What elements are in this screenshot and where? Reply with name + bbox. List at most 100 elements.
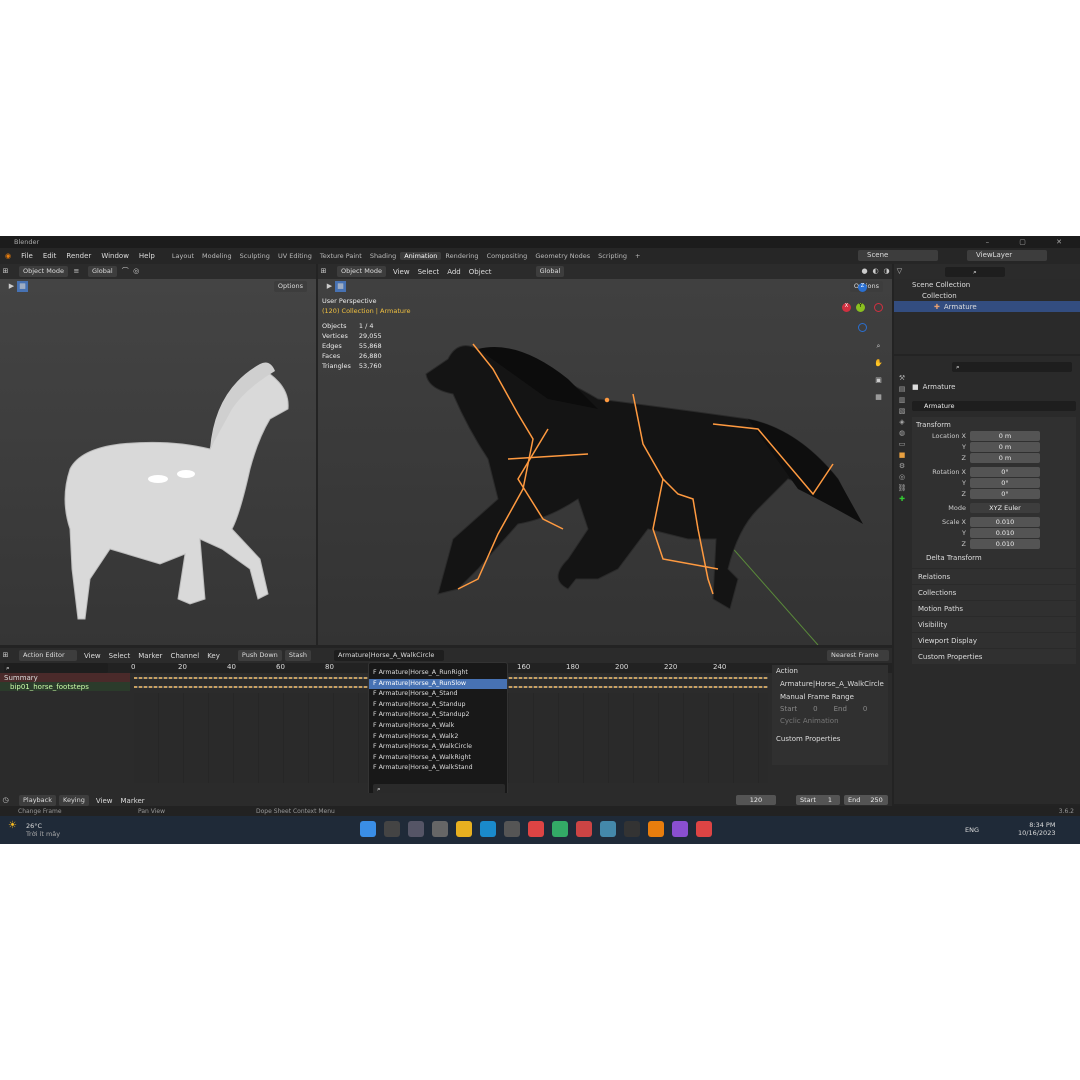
tab-uv-editing[interactable]: UV Editing (274, 252, 316, 260)
ae-menu-key[interactable]: Key (203, 652, 224, 660)
playback-menu[interactable]: Playback (19, 795, 57, 806)
world-icon[interactable]: ◍ (899, 429, 905, 437)
weather-widget[interactable]: 26°C Trời ít mây (26, 822, 60, 838)
object-name-field[interactable]: Armature (912, 401, 1076, 411)
shading-solid-icon[interactable]: ● (859, 266, 870, 277)
manual-frame-range-checkbox[interactable]: Manual Frame Range (772, 691, 888, 703)
push-down-button[interactable]: Push Down (237, 650, 282, 661)
rotation-mode-dropdown[interactable]: XYZ Euler (970, 502, 1040, 513)
menu-render[interactable]: Render (61, 252, 96, 260)
folder-icon[interactable] (456, 821, 472, 837)
app-icon[interactable] (600, 821, 616, 837)
snap-dropdown[interactable]: Nearest Frame (827, 650, 889, 661)
dropdown-item[interactable]: F Armature|Horse_A_Standup2 (369, 710, 507, 721)
editor-type-icon[interactable]: ⊞ (0, 650, 11, 661)
rotation-x-field[interactable]: 0° (970, 466, 1040, 477)
keying-menu[interactable]: Keying (59, 795, 89, 806)
editor-type-icon[interactable]: ◷ (0, 795, 11, 806)
start-icon[interactable] (360, 821, 376, 837)
edge-icon[interactable] (480, 821, 496, 837)
object-icon[interactable]: ■ (899, 451, 906, 459)
motion-paths-section[interactable]: Motion Paths (912, 601, 1076, 616)
tab-modeling[interactable]: Modeling (198, 252, 236, 260)
visibility-section[interactable]: Visibility (912, 617, 1076, 632)
collection-icon[interactable]: ▭ (899, 440, 906, 448)
play-icon[interactable]: ▶ (6, 281, 17, 292)
snip-icon[interactable] (504, 821, 520, 837)
menu-edit[interactable]: Edit (38, 252, 62, 260)
camera-icon[interactable]: ▣ (873, 375, 884, 386)
ae-menu-marker[interactable]: Marker (134, 652, 166, 660)
scene-icon[interactable]: ◈ (899, 418, 904, 426)
properties-search[interactable]: ⌕ (952, 362, 1072, 372)
ae-menu-channel[interactable]: Channel (166, 652, 203, 660)
collections-section[interactable]: Collections (912, 585, 1076, 600)
view-layer-icon[interactable]: ▧ (899, 407, 906, 415)
proportional-icon[interactable]: ◎ (131, 266, 142, 277)
tab-scripting[interactable]: Scripting (594, 252, 631, 260)
clock[interactable]: 8:34 PM 10/16/2023 (1018, 821, 1055, 837)
viber-icon[interactable] (672, 821, 688, 837)
custom-properties-section[interactable]: Custom Properties (912, 649, 1076, 664)
language-indicator[interactable]: ENG (965, 826, 979, 834)
black-horse-with-armature[interactable] (318, 279, 892, 645)
main-viewport[interactable]: ▶ ▦ Options User Perspective (120) Colle… (318, 279, 892, 645)
scale-y-field[interactable]: 0.010 (970, 527, 1040, 538)
blender-icon[interactable] (648, 821, 664, 837)
channel-footsteps[interactable]: bip01_horse_footsteps (0, 682, 130, 691)
channel-summary[interactable]: Summary (0, 673, 130, 682)
tab-texture-paint[interactable]: Texture Paint (316, 252, 366, 260)
menu-window[interactable]: Window (96, 252, 134, 260)
left-orientation-dropdown[interactable]: Global (87, 266, 117, 277)
left-viewport[interactable]: ▶ ▦ Options (0, 279, 316, 645)
tool-icon[interactable]: ⚒ (899, 374, 905, 382)
navigation-gizmo[interactable]: Z X Y (838, 283, 888, 343)
viewport-menu-add[interactable]: Add (443, 268, 465, 276)
chrome-icon[interactable] (528, 821, 544, 837)
constraint-icon[interactable]: ⛓ (898, 484, 907, 492)
viewport-menu-view[interactable]: View (389, 268, 414, 276)
blender-logo-icon[interactable]: ◉ (0, 252, 16, 260)
shading-rendered-icon[interactable]: ◑ (881, 266, 892, 277)
search-icon[interactable] (384, 821, 400, 837)
grid-icon[interactable]: ▦ (873, 392, 884, 403)
window-controls[interactable]: – ▢ ✕ (986, 238, 1080, 246)
tab-layout[interactable]: Layout (168, 252, 198, 260)
tab-sculpting[interactable]: Sculpting (236, 252, 274, 260)
tab-rendering[interactable]: Rendering (441, 252, 482, 260)
left-mode-dropdown[interactable]: Object Mode (19, 266, 68, 277)
end-value[interactable]: 0 (863, 705, 867, 713)
view-layer-selector[interactable]: ViewLayer (967, 250, 1047, 261)
outliner-search[interactable]: ⌕ (945, 266, 1005, 277)
rotation-y-field[interactable]: 0° (970, 477, 1040, 488)
viewport-menu-object[interactable]: Object (465, 268, 496, 276)
menu-file[interactable]: File (16, 252, 38, 260)
modifier-icon[interactable]: ⚙ (899, 462, 905, 470)
outliner-scene-collection[interactable]: Scene Collection (894, 279, 1080, 290)
viewport-menu-select[interactable]: Select (414, 268, 444, 276)
location-z-field[interactable]: 0 m (970, 452, 1040, 463)
action-panel-header[interactable]: Action (772, 665, 888, 677)
action-selector[interactable]: Armature|Horse_A_WalkCircle (333, 650, 444, 661)
scale-z-field[interactable]: 0.010 (970, 538, 1040, 549)
physics-icon[interactable]: ◎ (899, 473, 905, 481)
filter-icon[interactable]: ▽ (894, 266, 905, 277)
outliner-armature[interactable]: ✚ Armature (894, 301, 1080, 312)
dropdown-item-selected[interactable]: F Armature|Horse_A_RunSlow (369, 678, 507, 690)
add-workspace-icon[interactable]: + (631, 252, 644, 260)
dropdown-item[interactable]: F Armature|Horse_A_WalkStand (369, 763, 507, 774)
dropdown-item[interactable]: F Armature|Horse_A_WalkRight (369, 753, 507, 764)
dropdown-item[interactable]: F Armature|Horse_A_Walk (369, 721, 507, 732)
location-y-field[interactable]: 0 m (970, 441, 1040, 452)
unity-icon[interactable] (624, 821, 640, 837)
ae-menu-select[interactable]: Select (105, 652, 135, 660)
chrome-icon[interactable] (696, 821, 712, 837)
left-options-button[interactable]: Options (273, 281, 307, 292)
scene-selector[interactable]: Scene (858, 250, 938, 261)
dropdown-item[interactable]: F Armature|Horse_A_WalkCircle (369, 742, 507, 753)
dropdown-item[interactable]: F Armature|Horse_A_Stand (369, 689, 507, 700)
editor-type-icon[interactable]: ⊞ (318, 266, 329, 277)
ae-menu-view[interactable]: View (80, 652, 105, 660)
outliner-collection[interactable]: Collection (894, 290, 1080, 301)
data-icon[interactable]: ✚ (899, 495, 905, 503)
